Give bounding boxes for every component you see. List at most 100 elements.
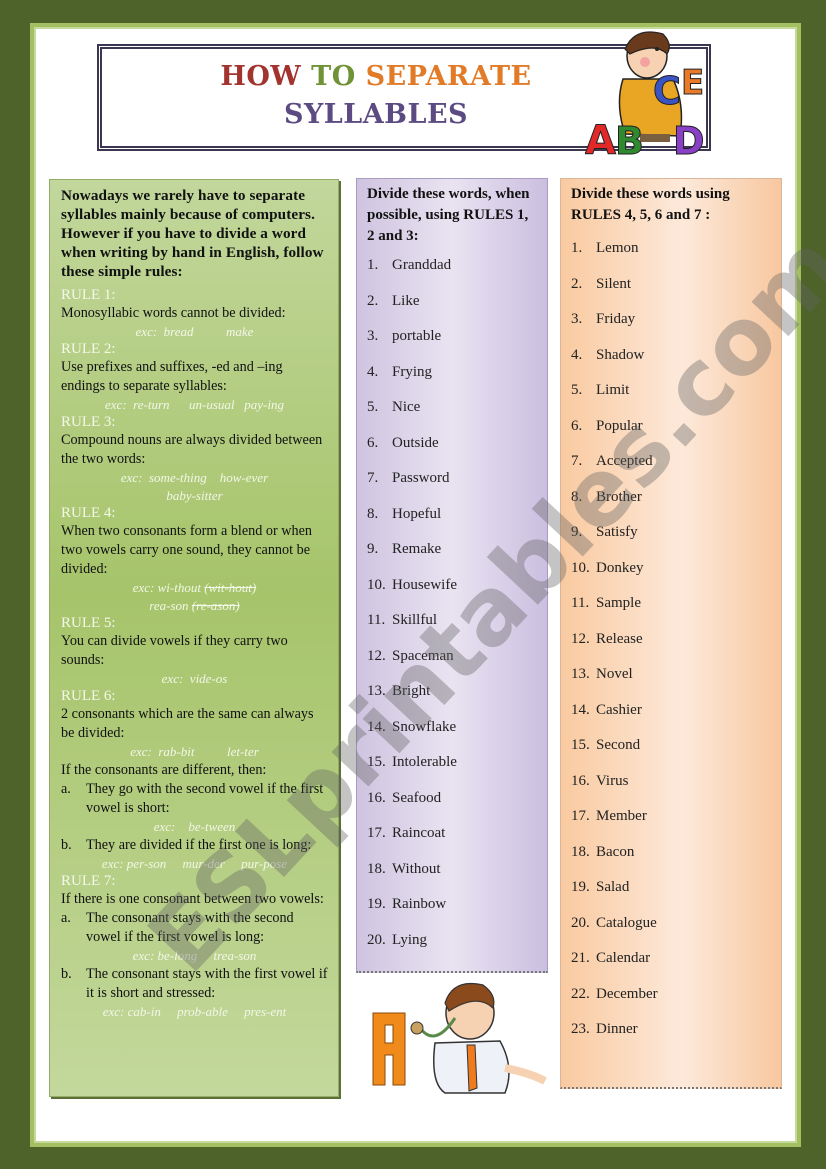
word-list-item: 13. Novel — [571, 664, 773, 700]
item-number: 3. — [367, 328, 379, 344]
item-number: 15. — [367, 754, 386, 770]
rule-3-text: Compound nouns are always divided betwee… — [61, 432, 323, 467]
item-number: 7. — [571, 453, 583, 469]
item-word: Shadow — [596, 346, 645, 363]
item-number: 10. — [367, 576, 386, 593]
item-number: 6. — [367, 434, 379, 451]
item-number: 21. — [571, 950, 590, 966]
rule-4-example-1: exc: wi-thout (wit-hout) — [61, 579, 328, 597]
boy-thinking-with-letters-illustration: C E A B D — [585, 31, 705, 159]
rule-2-example: exc: re-turn un-usual pay-ing — [105, 397, 284, 412]
word-list-item: 20. Lying — [367, 930, 539, 966]
item-word: Rainbow — [392, 896, 447, 912]
word-list-item: 19. Salad — [571, 877, 773, 913]
rule-6-heading: RULE 6: — [61, 688, 116, 704]
word-list-item: 8. Brother — [571, 487, 773, 523]
item-number: 19. — [367, 896, 386, 912]
item-word: Popular — [596, 417, 643, 434]
item-word: Cashier — [596, 701, 642, 718]
subpoint-label: a. — [61, 781, 71, 797]
item-word: Member — [596, 808, 647, 824]
item-word: Second — [596, 737, 641, 753]
letter-b-icon: B — [615, 119, 644, 159]
item-word: Nice — [392, 399, 421, 415]
item-word: Novel — [596, 666, 633, 682]
item-word: Intolerable — [392, 754, 457, 770]
word-list-item: 6. Outside — [367, 433, 539, 469]
word-list-item: 10. Donkey — [571, 558, 773, 594]
item-word: portable — [392, 328, 442, 344]
item-number: 12. — [367, 647, 386, 664]
letter-e-icon: E — [681, 63, 704, 103]
item-word: Spaceman — [392, 647, 454, 664]
item-word: Housewife — [392, 576, 457, 593]
item-word: Release — [596, 630, 643, 647]
item-number: 11. — [571, 595, 590, 611]
word-list-item: 19. Rainbow — [367, 894, 539, 930]
item-number: 9. — [367, 541, 379, 557]
word-list-item: 2. Like — [367, 291, 539, 327]
item-word: Raincoat — [392, 825, 446, 841]
item-word: Friday — [596, 311, 636, 327]
item-word: Bacon — [596, 843, 635, 860]
rule-2-text: Use prefixes and suffixes, -ed and –ing … — [61, 359, 283, 394]
rule-3-example-1: exc: some-thing how-ever — [120, 470, 269, 485]
word-list-item: 12. Spaceman — [367, 646, 539, 682]
subpoint-text: They go with the second vowel if the fir… — [86, 781, 324, 816]
word-list-item: 20. Catalogue — [571, 913, 773, 949]
rule-6-followup: If the consonants are different, then: — [61, 762, 267, 778]
word-list-item: 23. Dinner — [571, 1019, 773, 1055]
item-word: Frying — [392, 363, 433, 380]
word-list-item: 7. Accepted — [571, 451, 773, 487]
rule-3-heading: RULE 3: — [61, 414, 116, 430]
letter-a-icon: A — [585, 118, 616, 159]
item-word: Outside — [392, 434, 439, 451]
rule-4-example-correct: exc: wi-thout — [132, 580, 201, 595]
item-number: 14. — [571, 701, 590, 718]
item-word: Calendar — [596, 950, 651, 966]
word-list-item: 14. Cashier — [571, 700, 773, 736]
item-number: 17. — [367, 825, 386, 841]
word-list-item: 5. Nice — [367, 397, 539, 433]
item-word: Donkey — [596, 559, 644, 576]
rules-panel: Nowadays we rarely have to separate syll… — [49, 179, 339, 1097]
item-number: 10. — [571, 559, 590, 576]
rule-4-example-wrong: (re-ason) — [191, 598, 240, 613]
item-number: 7. — [367, 470, 379, 486]
rule-4-text: When two consonants form a blend or when… — [61, 523, 312, 577]
word-list-item: 11. Sample — [571, 593, 773, 629]
item-word: December — [596, 985, 658, 1002]
word-list-item: 16. Virus — [571, 771, 773, 807]
word-list-item: 22. December — [571, 984, 773, 1020]
doctor-figure — [410, 982, 547, 1094]
letter-d-icon: D — [673, 119, 705, 159]
word-list-item: 4. Frying — [367, 362, 539, 398]
word-list-item: 8. Hopeful — [367, 504, 539, 540]
item-number: 19. — [571, 879, 590, 895]
item-number: 1. — [367, 257, 379, 273]
item-word: Limit — [596, 382, 630, 398]
rule-4-example-correct: rea-son — [149, 598, 189, 613]
item-word: Without — [392, 860, 441, 877]
rule-5-heading: RULE 5: — [61, 615, 116, 631]
exercise-list-rules-1-3: Divide these words, when possible, using… — [356, 178, 548, 973]
rule-2-heading: RULE 2: — [61, 341, 116, 357]
item-number: 4. — [367, 363, 379, 380]
word-list-item: 6. Popular — [571, 416, 773, 452]
word-list-item: 3. Friday — [571, 309, 773, 345]
item-number: 22. — [571, 985, 590, 1002]
title-word-how: HOW — [220, 61, 302, 92]
item-word: Lying — [392, 931, 428, 948]
rule-7-subpoint-a: a. The consonant stays with the second v… — [61, 909, 328, 947]
item-word: Sample — [596, 595, 641, 611]
exercise-2-heading: Divide these words using RULES 4, 5, 6 a… — [571, 186, 730, 223]
item-number: 6. — [571, 417, 583, 434]
item-number: 18. — [571, 843, 590, 860]
item-number: 15. — [571, 737, 590, 753]
word-list-item: 3. portable — [367, 326, 539, 362]
word-list-item: 9. Remake — [367, 539, 539, 575]
item-number: 5. — [571, 382, 583, 398]
item-number: 14. — [367, 718, 386, 735]
item-word: Hopeful — [392, 505, 442, 522]
word-list-item: 4. Shadow — [571, 345, 773, 381]
